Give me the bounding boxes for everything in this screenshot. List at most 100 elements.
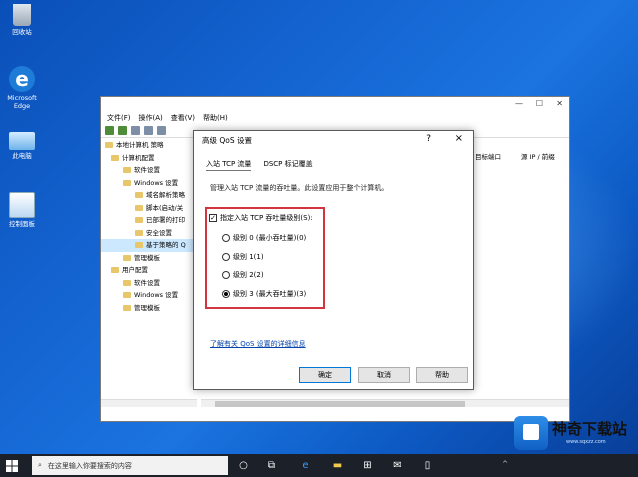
radio-label: 级别 1(1) bbox=[233, 253, 264, 261]
radio-level-1[interactable]: 级别 1(1) bbox=[222, 252, 264, 262]
desktop-icon-this-pc[interactable]: 此电脑 bbox=[0, 128, 44, 160]
back-icon[interactable] bbox=[105, 126, 114, 135]
edge-icon: e bbox=[9, 66, 35, 92]
radio-label: 级别 3 (最大吞吐量)(3) bbox=[233, 290, 307, 298]
edge-icon[interactable]: e bbox=[298, 458, 313, 473]
close-icon[interactable]: ✕ bbox=[556, 99, 563, 108]
mail-icon[interactable]: ✉ bbox=[390, 458, 405, 473]
throughput-checkbox-row[interactable]: ✓ 指定入站 TCP 吞吐量级别(S): bbox=[209, 213, 313, 223]
column-header-source-ip[interactable]: 源 IP / 前缀 bbox=[521, 151, 555, 161]
search-placeholder: 在这里输入你要搜索的内容 bbox=[47, 461, 132, 470]
desktop-icon-label: 控制面板 bbox=[9, 220, 35, 228]
dialog-description: 管理入站 TCP 流量的吞吐量。此设置应用于整个计算机。 bbox=[210, 184, 389, 192]
tree-item[interactable]: 用户配置 bbox=[101, 264, 196, 277]
taskbar-search-box[interactable]: ⌕ 在这里输入你要搜索的内容 bbox=[32, 456, 228, 475]
radio-level-0[interactable]: 级别 0 (最小吞吐量)(0) bbox=[222, 233, 306, 243]
window-title-bar[interactable] bbox=[101, 97, 569, 112]
menu-help[interactable]: 帮助(H) bbox=[203, 113, 228, 123]
control-panel-icon bbox=[9, 192, 35, 218]
throughput-checkbox[interactable]: ✓ bbox=[209, 214, 217, 222]
tree-item[interactable]: 脚本(启动/关 bbox=[101, 202, 196, 215]
maximize-icon[interactable]: ☐ bbox=[536, 99, 543, 108]
radio-label: 级别 2(2) bbox=[233, 271, 264, 279]
watermark-logo-icon bbox=[514, 416, 548, 450]
export-icon[interactable] bbox=[157, 126, 166, 135]
store-icon[interactable]: ⊞ bbox=[360, 458, 375, 473]
minimize-icon[interactable]: — bbox=[515, 99, 523, 108]
advanced-qos-dialog[interactable]: 高级 QoS 设置 ? × 入站 TCP 流量 DSCP 标记覆盖 管理入站 T… bbox=[193, 130, 474, 390]
tree-item[interactable]: 管理模板 bbox=[101, 302, 196, 315]
desktop-icon-recycle-bin[interactable]: 回收站 bbox=[0, 4, 44, 36]
desktop-icon-control-panel[interactable]: 控制面板 bbox=[0, 192, 44, 228]
chart-icon bbox=[135, 242, 143, 248]
cancel-button[interactable]: 取消 bbox=[358, 367, 410, 383]
policy-tree: 本地计算机 策略 计算机配置 软件设置 Windows 设置 域名解析策略 脚本… bbox=[101, 139, 196, 409]
tree-item[interactable]: 管理模板 bbox=[101, 252, 196, 265]
tree-item[interactable]: 安全设置 bbox=[101, 227, 196, 240]
folder-icon bbox=[123, 179, 131, 186]
dialog-title: 高级 QoS 设置 bbox=[202, 135, 253, 145]
user-icon bbox=[111, 267, 119, 273]
scrollbar-thumb[interactable] bbox=[215, 401, 465, 407]
tree-item[interactable]: Windows 设置 bbox=[101, 289, 196, 302]
radio-button-selected[interactable] bbox=[222, 290, 230, 298]
computer-icon bbox=[111, 154, 119, 161]
security-icon bbox=[135, 229, 143, 236]
tree-item[interactable]: 计算机配置 bbox=[101, 152, 196, 165]
radio-label: 级别 0 (最小吞吐量)(0) bbox=[233, 234, 307, 242]
cortana-icon[interactable]: ○ bbox=[236, 458, 251, 473]
radio-level-3[interactable]: 级别 3 (最大吞吐量)(3) bbox=[222, 289, 306, 299]
throughput-checkbox-label: 指定入站 TCP 吞吐量级别(S): bbox=[220, 214, 313, 222]
watermark: 神奇下载站 www.sqxzz.com bbox=[514, 414, 636, 454]
forward-icon[interactable] bbox=[118, 126, 127, 135]
policy-icon bbox=[105, 142, 113, 148]
desktop-icon-label: Microsoft Edge bbox=[7, 94, 37, 110]
radio-level-2[interactable]: 级别 2(2) bbox=[222, 270, 264, 280]
start-button[interactable] bbox=[0, 454, 24, 477]
search-icon: ⌕ bbox=[38, 461, 42, 469]
folder-icon bbox=[123, 304, 131, 311]
menu-action[interactable]: 操作(A) bbox=[139, 113, 163, 123]
help-button[interactable]: 帮助 bbox=[416, 367, 468, 383]
script-icon bbox=[135, 204, 143, 211]
radio-button[interactable] bbox=[222, 234, 230, 242]
file-explorer-icon[interactable]: ▬ bbox=[330, 458, 345, 473]
watermark-url: www.sqxzz.com bbox=[566, 439, 606, 445]
horizontal-scrollbar[interactable] bbox=[201, 399, 569, 407]
tree-item[interactable]: 本地计算机 策略 bbox=[101, 139, 196, 152]
radio-button[interactable] bbox=[222, 253, 230, 261]
desktop-icon-label: 此电脑 bbox=[12, 152, 32, 160]
tab-inbound-tcp[interactable]: 入站 TCP 流量 bbox=[206, 159, 252, 171]
menu-view[interactable]: 查看(V) bbox=[171, 113, 195, 123]
qos-help-link[interactable]: 了解有关 QoS 设置的详细信息 bbox=[210, 339, 306, 349]
ok-button[interactable]: 确定 bbox=[299, 367, 351, 383]
folder-icon bbox=[123, 167, 131, 173]
properties-icon[interactable] bbox=[144, 126, 153, 135]
tree-item[interactable]: 软件设置 bbox=[101, 277, 196, 290]
watermark-brand: 神奇下载站 bbox=[552, 420, 628, 438]
desktop-icon-edge[interactable]: e Microsoft Edge bbox=[0, 66, 44, 110]
document-icon[interactable]: ▯ bbox=[420, 458, 435, 473]
tree-item-selected[interactable]: 基于策略的 Q bbox=[101, 239, 196, 252]
printer-icon bbox=[135, 217, 143, 223]
folder-icon bbox=[123, 292, 131, 298]
tree-item[interactable]: 软件设置 bbox=[101, 164, 196, 177]
folder-icon bbox=[123, 254, 131, 261]
column-header-dest-port[interactable]: 目标端口 bbox=[475, 151, 501, 161]
folder-icon[interactable] bbox=[131, 126, 140, 135]
folder-icon bbox=[123, 279, 131, 286]
radio-button[interactable] bbox=[222, 271, 230, 279]
computer-icon bbox=[9, 132, 35, 150]
tree-scrollbar[interactable] bbox=[101, 399, 197, 407]
tree-item[interactable]: 已部署的打印 bbox=[101, 214, 196, 227]
menu-file[interactable]: 文件(F) bbox=[107, 113, 131, 123]
help-icon[interactable]: ? bbox=[426, 134, 431, 144]
task-view-icon[interactable]: ⧉ bbox=[264, 458, 279, 473]
folder-icon bbox=[135, 192, 143, 198]
close-icon[interactable]: × bbox=[455, 133, 463, 144]
tray-chevron-icon[interactable]: ^ bbox=[502, 460, 508, 468]
tab-dscp-override[interactable]: DSCP 标记覆盖 bbox=[263, 159, 312, 171]
tree-item[interactable]: 域名解析策略 bbox=[101, 189, 196, 202]
windows-logo-icon bbox=[6, 459, 18, 472]
tree-item[interactable]: Windows 设置 bbox=[101, 177, 196, 190]
